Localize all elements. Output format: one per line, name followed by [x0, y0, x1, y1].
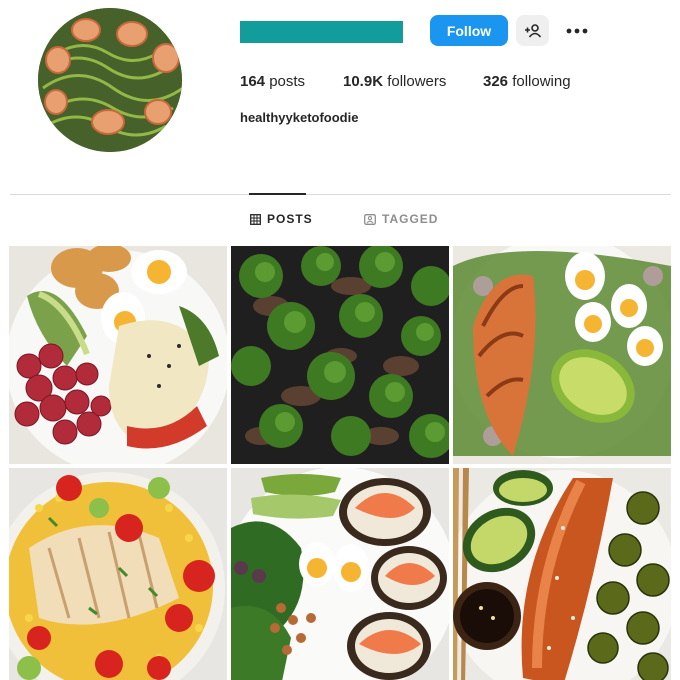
followers-label: followers: [387, 73, 447, 90]
post-thumbnail[interactable]: [231, 468, 449, 680]
username-redacted: [240, 21, 403, 43]
profile-avatar[interactable]: [38, 8, 182, 152]
tagged-person-icon: [364, 213, 376, 225]
tab-tagged[interactable]: TAGGED: [364, 212, 438, 226]
post-thumbnail[interactable]: [453, 468, 671, 680]
grilled-chicken-avocado-eggs-image: [453, 246, 671, 464]
suggest-user-button[interactable]: [516, 15, 549, 46]
followers-count: 10.9K: [343, 73, 384, 90]
post-thumbnail[interactable]: [9, 246, 227, 464]
posts-label: posts: [269, 73, 306, 90]
post-thumbnail[interactable]: [453, 246, 671, 464]
following-label: following: [512, 73, 571, 90]
tab-tagged-label: TAGGED: [382, 212, 439, 226]
more-options-button[interactable]: [560, 15, 594, 46]
broccoli-mushroom-stirfry-image: [231, 246, 449, 464]
avatar-food-image: [38, 8, 182, 152]
person-plus-icon: [524, 23, 541, 38]
followers-stat[interactable]: 10.9K followers: [343, 73, 446, 90]
post-thumbnail[interactable]: [231, 246, 449, 464]
grid-icon: [250, 213, 261, 225]
posts-count: 164: [240, 73, 266, 90]
tab-posts-label: POSTS: [267, 212, 313, 226]
glazed-salmon-brussels-sprouts-image: [453, 468, 671, 680]
profile-handle: healthyyketofoodie: [240, 110, 359, 125]
chicken-corn-tomato-salad-image: [9, 468, 227, 680]
tabs-divider: [10, 194, 671, 195]
post-thumbnail[interactable]: [9, 468, 227, 680]
following-count: 326: [483, 73, 509, 90]
following-stat[interactable]: 326 following: [483, 73, 571, 90]
tab-posts[interactable]: POSTS: [250, 212, 313, 226]
posts-count-stat: 164 posts: [240, 73, 305, 90]
smoked-salmon-eggs-avocado-image: [231, 468, 449, 680]
salad-grapes-eggs-croquettes-image: [9, 246, 227, 464]
follow-button[interactable]: Follow: [430, 15, 508, 46]
active-tab-indicator: [249, 193, 306, 195]
ellipsis-icon: [566, 28, 588, 33]
